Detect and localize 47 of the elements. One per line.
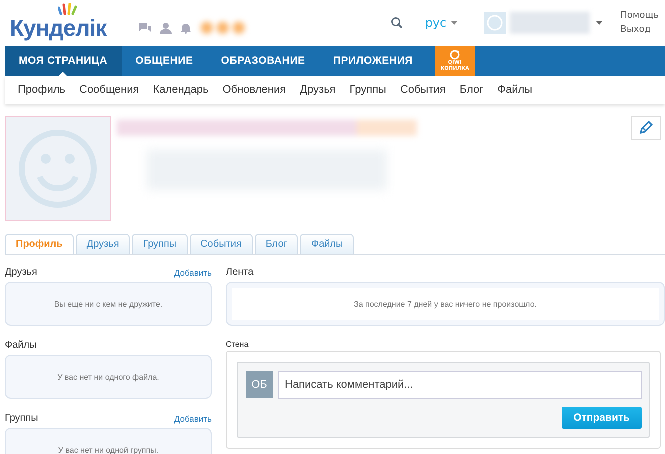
header-link[interactable]: Помощь (620, 9, 659, 23)
empty-state-message: За последние 7 дней у вас ничего не произошло. (232, 288, 659, 320)
profile-tab[interactable]: Файлы (300, 234, 354, 254)
send-button[interactable]: Отправить (562, 407, 642, 429)
pencil-icon (638, 120, 654, 136)
search-icon[interactable] (391, 17, 404, 29)
profile-tab[interactable]: Друзья (76, 234, 130, 254)
subnav-link[interactable]: Блог (460, 84, 484, 96)
subnav-link[interactable]: Календарь (153, 84, 209, 96)
language-selector[interactable]: рус (425, 16, 447, 30)
add-link[interactable]: Добавить (174, 414, 212, 424)
empty-state-message: У вас нет ни одного файла. (5, 355, 212, 399)
user-initials-avatar: ОБ (246, 371, 273, 398)
comment-input[interactable]: Написать комментарий... (278, 371, 642, 399)
caret-icon (450, 21, 458, 25)
smiley-icon (18, 128, 98, 208)
profile-tab[interactable]: События (190, 234, 253, 254)
edit-button[interactable] (631, 116, 661, 140)
empty-state-message: Вы еще ни с кем не дружите. (5, 282, 212, 326)
header-link[interactable]: Выход (620, 23, 659, 37)
logo[interactable]: Кунделік (10, 14, 107, 42)
subnav-link[interactable]: События (400, 84, 446, 96)
add-link[interactable]: Добавить (174, 268, 212, 278)
nav-tab[interactable]: ПРИЛОЖЕНИЯ (319, 46, 428, 76)
logo-rays-icon (58, 2, 80, 14)
subnav-link[interactable]: Сообщения (80, 84, 140, 96)
caret-icon[interactable] (596, 21, 603, 25)
subnav-link[interactable]: Друзья (300, 84, 336, 96)
profile-tab[interactable]: Блог (254, 234, 298, 254)
subnav-link[interactable]: Обновления (222, 84, 286, 96)
person-icon[interactable] (160, 22, 172, 34)
nav-tab[interactable]: ОБРАЗОВАНИЕ (207, 46, 320, 76)
subnav-link[interactable]: Файлы (498, 84, 533, 96)
empty-state-message: У вас нет ни одной группы. (5, 428, 212, 454)
subnav-link[interactable]: Профиль (18, 84, 66, 96)
nav-tab[interactable]: МОЯ СТРАНИЦА (5, 46, 122, 76)
section-title: Стена (226, 340, 250, 349)
section-title: Файлы (5, 340, 37, 351)
chat-icon[interactable] (138, 22, 152, 34)
nav-tab[interactable]: ОБЩЕНИЕ (122, 46, 208, 76)
section-title: Лента (226, 267, 254, 278)
bell-icon[interactable] (180, 22, 192, 34)
notification-badges-drawing (200, 21, 246, 35)
section-title: Группы (5, 413, 38, 424)
section-title: Друзья (5, 267, 38, 278)
profile-tab[interactable]: Группы (132, 234, 188, 254)
subnav-link[interactable]: Группы (350, 84, 386, 96)
